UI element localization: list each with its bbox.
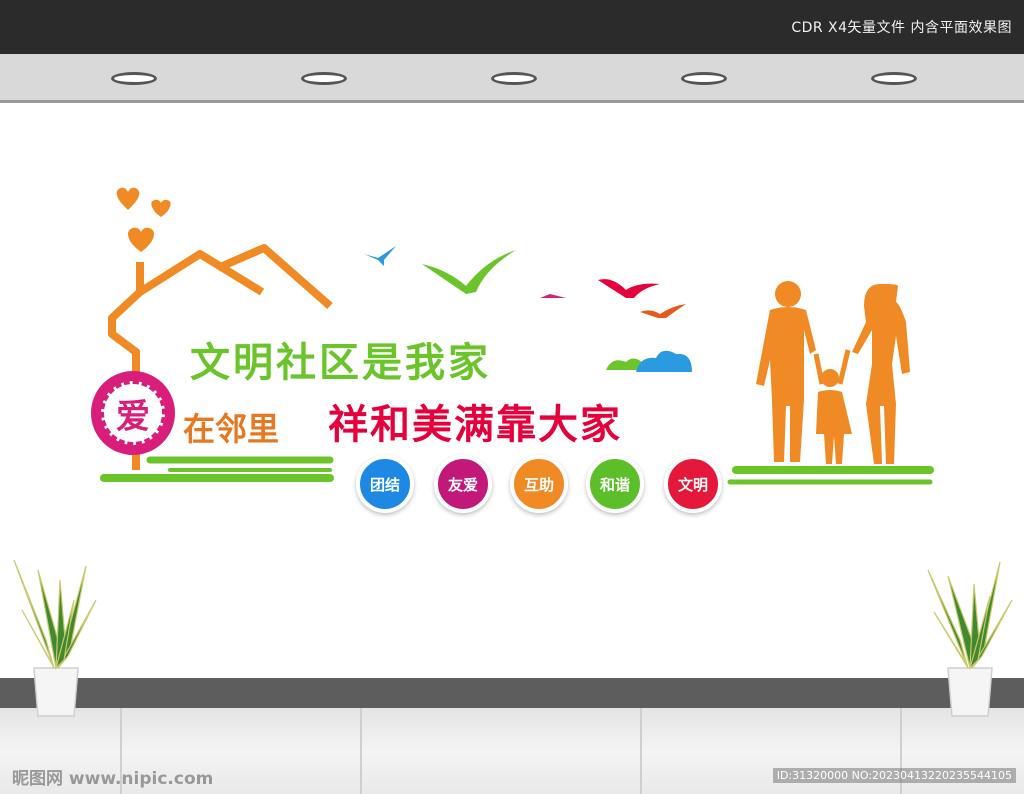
potted-plant-icon (13, 559, 97, 717)
watermark-logo: 昵图网 www.nipic.com (12, 769, 214, 789)
potted-plant-icon (927, 561, 1013, 717)
plant-graphics (13, 559, 1013, 717)
image-id-label: ID:31320000 NO:20230413220235544105 (772, 768, 1016, 783)
